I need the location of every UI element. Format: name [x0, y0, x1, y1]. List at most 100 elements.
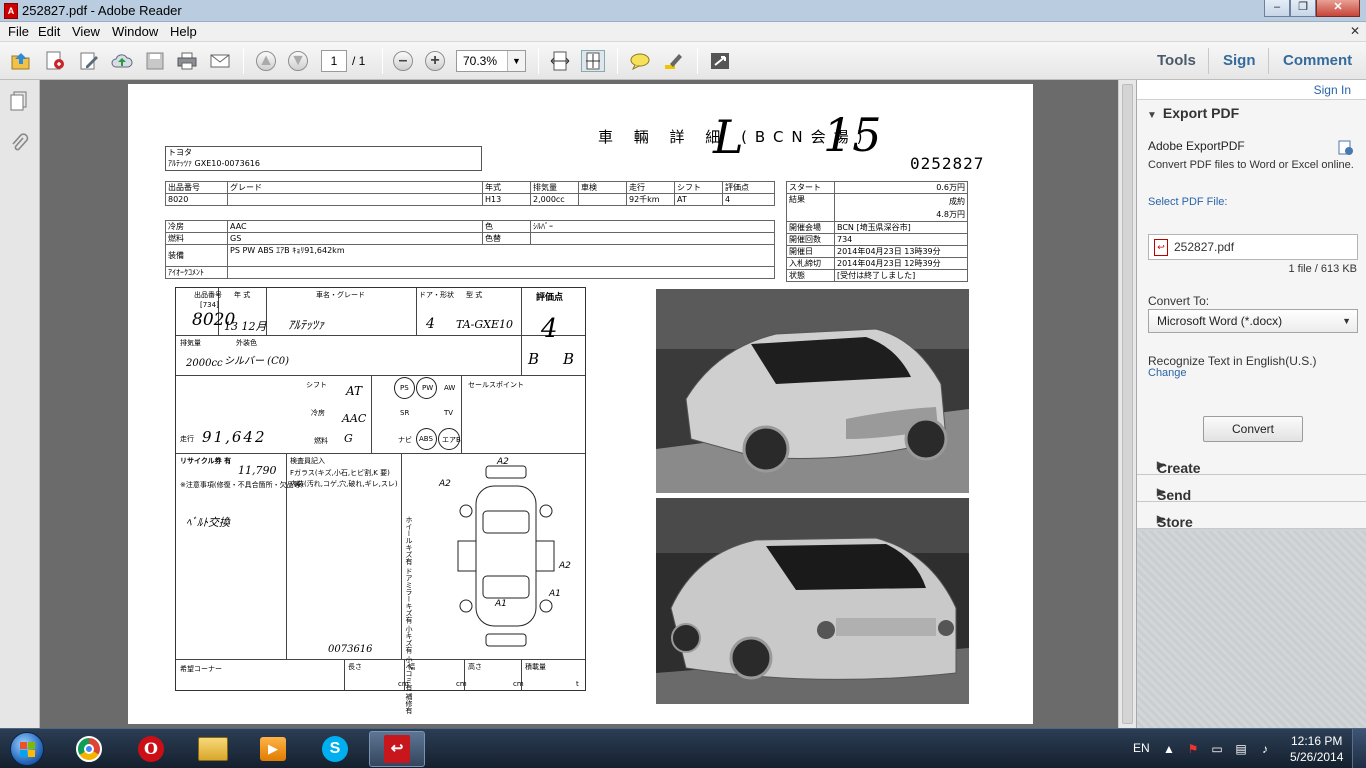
- sign-link[interactable]: Sign: [1223, 52, 1256, 69]
- folder-icon: [198, 737, 228, 761]
- windows-logo-icon: [10, 732, 44, 766]
- menu-view[interactable]: View: [72, 24, 100, 39]
- table-cell: シフト: [674, 181, 723, 194]
- table-cell: 2014年04月23日 12時39分: [834, 257, 968, 270]
- chevron-down-icon[interactable]: ▼: [507, 51, 525, 71]
- previous-page-icon[interactable]: ▲: [254, 50, 278, 72]
- toolbar: ▲ ▼ 1 / 1 – + 70.3% ▼ Tools Sign Comment: [0, 42, 1366, 80]
- show-desktop-button[interactable]: [1352, 729, 1366, 768]
- equip-sr: SR: [400, 409, 410, 417]
- table-row: 状態 [受付は終了しました]: [786, 269, 968, 282]
- start-button[interactable]: [2, 730, 52, 768]
- menu-edit[interactable]: Edit: [38, 24, 60, 39]
- table-cell: 成約 4.8万円: [834, 193, 968, 222]
- car-front-photo: [656, 289, 969, 493]
- comment-link[interactable]: Comment: [1283, 52, 1352, 69]
- change-link[interactable]: Change: [1148, 367, 1187, 379]
- taskbar-chrome[interactable]: [61, 731, 117, 767]
- next-page-icon[interactable]: ▼: [286, 50, 310, 72]
- fit-width-icon[interactable]: [548, 50, 572, 72]
- create-pdf-icon[interactable]: [43, 50, 67, 72]
- menu-window[interactable]: Window: [112, 24, 158, 39]
- table-cell: GS: [227, 232, 483, 245]
- menu-help[interactable]: Help: [170, 24, 197, 39]
- table-cell: 0.6万円: [834, 181, 968, 194]
- inspector-label: 検査員記入: [290, 457, 325, 465]
- footer-height: 高さ: [468, 663, 482, 671]
- name-value: ｱﾙﾃｯﾂｧ: [288, 318, 325, 332]
- title-bar: A 252827.pdf - Adobe Reader – ❐ ✕: [0, 0, 1366, 22]
- lot-sub: [734]: [200, 301, 219, 309]
- name-label: 車名・グレード: [316, 291, 365, 299]
- table-cell: 8020: [165, 193, 228, 206]
- table-row: 結果 成約 4.8万円: [786, 193, 968, 222]
- table-cell: グレード: [227, 181, 483, 194]
- footer-capacity-unit: t: [576, 680, 579, 688]
- clock-time[interactable]: 12:16 PM: [1291, 734, 1342, 748]
- interior-b: B: [563, 350, 575, 368]
- vertical-scrollbar[interactable]: [1118, 80, 1136, 728]
- create-pdf-section[interactable]: ▶Create PDF: [1137, 448, 1366, 492]
- fit-page-icon[interactable]: [581, 50, 605, 72]
- zoom-select[interactable]: 70.3% ▼: [456, 50, 526, 72]
- table-cell: 2,000cc: [530, 193, 579, 206]
- interior-a: B: [528, 350, 540, 368]
- save-icon[interactable]: [143, 50, 167, 72]
- taskbar-adobe-reader[interactable]: ↩: [369, 731, 425, 767]
- zoom-in-icon[interactable]: +: [423, 50, 447, 72]
- export-pdf-header[interactable]: ▼ Export PDF: [1147, 105, 1239, 121]
- scrollbar-thumb[interactable]: [1122, 84, 1133, 724]
- vin-handwritten: 0073616: [328, 644, 373, 655]
- device-icon[interactable]: ▭: [1210, 742, 1224, 756]
- menu-file[interactable]: File: [8, 24, 29, 39]
- network-icon[interactable]: ▤: [1234, 742, 1248, 756]
- convert-button[interactable]: Convert: [1203, 416, 1303, 442]
- sales-point-label: セールスポイント: [468, 381, 524, 389]
- table-cell: 92千km: [626, 193, 675, 206]
- table-cell: 734: [834, 233, 968, 246]
- opera-icon: O: [138, 736, 164, 762]
- sign-in-link[interactable]: Sign In: [1314, 83, 1351, 97]
- attachments-icon[interactable]: [8, 132, 30, 154]
- maximize-button[interactable]: ❐: [1290, 0, 1316, 17]
- table-cell: 開催回数: [786, 233, 835, 246]
- page-thumbnails-icon[interactable]: [8, 90, 30, 112]
- table-cell: 結果: [786, 193, 835, 222]
- damage-mark: A2: [558, 561, 571, 571]
- convert-to-select[interactable]: Microsoft Word (*.docx) ▼: [1148, 309, 1358, 333]
- selected-file[interactable]: ↩ 252827.pdf: [1148, 234, 1358, 260]
- fullscreen-icon[interactable]: [708, 50, 732, 72]
- email-icon[interactable]: [208, 50, 232, 72]
- volume-icon[interactable]: ♪: [1258, 742, 1272, 756]
- inspection-sheet: 出品番号 [734] 8020 年 式 13 12月 車名・グレード ｱﾙﾃｯﾂ…: [175, 287, 586, 714]
- open-file-icon[interactable]: [9, 50, 33, 72]
- taskbar-skype[interactable]: S: [307, 731, 363, 767]
- store-files-section[interactable]: ▶Store Files: [1137, 502, 1366, 546]
- send-files-section[interactable]: ▶Send Files: [1137, 475, 1366, 519]
- show-hidden-icons-icon[interactable]: ▲: [1162, 742, 1176, 756]
- taskbar-media[interactable]: ▶: [245, 731, 301, 767]
- document-close-icon[interactable]: ✕: [1350, 24, 1360, 38]
- triangle-down-icon: ▼: [1147, 110, 1157, 121]
- type-value: TA-GXE10: [456, 318, 514, 331]
- tools-link[interactable]: Tools: [1157, 52, 1196, 69]
- close-button[interactable]: ✕: [1316, 0, 1360, 17]
- sticky-note-icon[interactable]: [628, 50, 652, 72]
- upload-cloud-icon[interactable]: [110, 50, 134, 72]
- doors-value: 4: [426, 316, 435, 332]
- zoom-out-icon[interactable]: –: [391, 50, 415, 72]
- minimize-button[interactable]: –: [1264, 0, 1290, 17]
- exhaust-value: 2000cc: [186, 358, 223, 369]
- doors-label: ドア・形状: [419, 291, 454, 299]
- edit-icon[interactable]: [77, 50, 101, 72]
- clock-date[interactable]: 5/26/2014: [1290, 750, 1343, 764]
- action-center-icon[interactable]: ⚑: [1186, 742, 1200, 756]
- footer-width: 幅: [408, 663, 415, 671]
- taskbar-opera[interactable]: O: [123, 731, 179, 767]
- language-indicator[interactable]: EN: [1133, 741, 1150, 755]
- damage-mark: A2: [438, 479, 451, 489]
- taskbar-explorer[interactable]: [185, 731, 241, 767]
- page-number-input[interactable]: 1: [321, 50, 347, 72]
- highlight-icon[interactable]: [661, 50, 685, 72]
- print-icon[interactable]: [175, 50, 199, 72]
